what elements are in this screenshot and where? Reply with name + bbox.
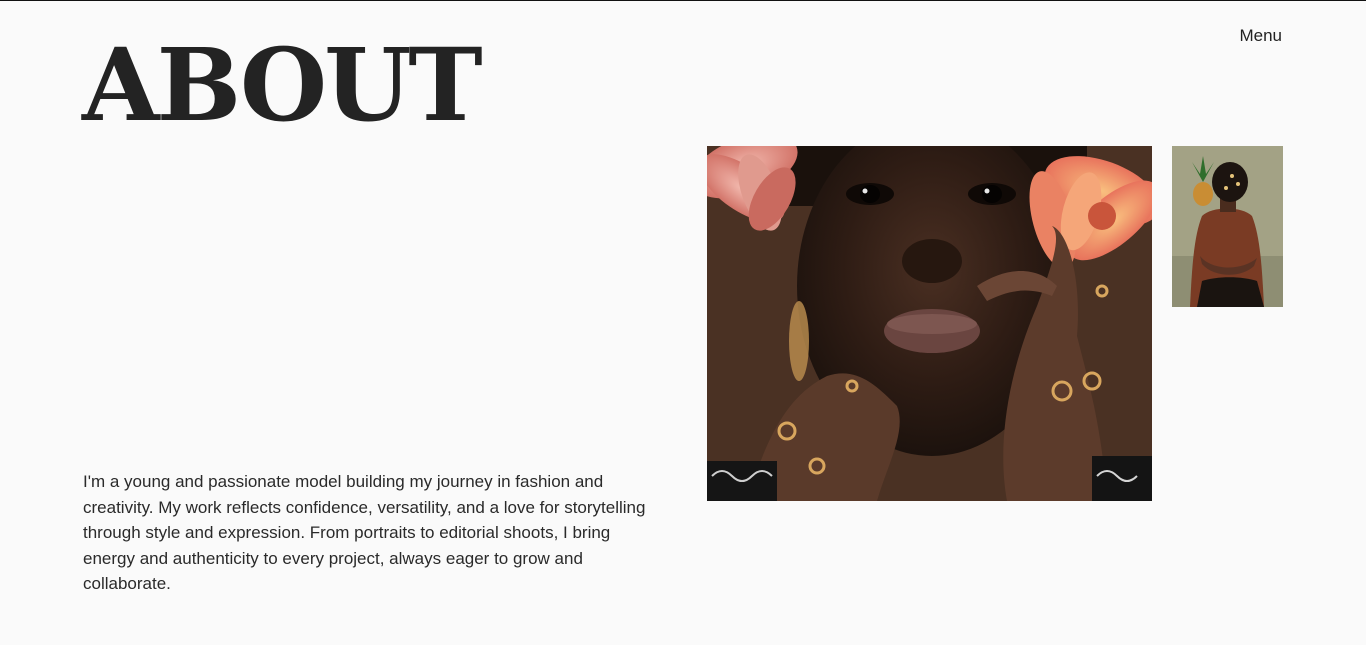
menu-button[interactable]: Menu: [1239, 26, 1282, 46]
top-border: [0, 0, 1366, 1]
thumbnail-photo[interactable]: [1172, 146, 1283, 307]
page-title: ABOUT: [82, 26, 483, 144]
portrait-photo: [707, 146, 1152, 501]
bio-paragraph: I'm a young and passionate model buildin…: [83, 472, 646, 593]
